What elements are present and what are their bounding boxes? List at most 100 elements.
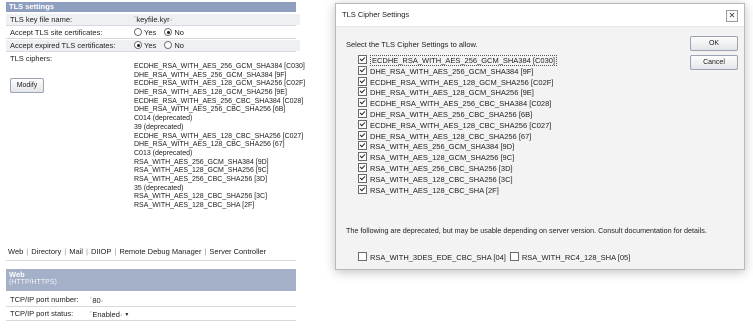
cipher-checkbox-item[interactable]: RSA_WITH_AES_128_CBC_SHA [2F]: [358, 184, 557, 196]
accept-expired-no-radio[interactable]: No: [164, 41, 184, 50]
key-file-row: TLS key file name: ⌜keyfile.kyr⌟: [6, 14, 300, 25]
tab-server-controller[interactable]: Server Controller: [207, 245, 268, 259]
checkbox-checked-icon[interactable]: [358, 108, 367, 118]
cipher-label: ECDHE_RSA_WITH_AES_256_GCM_SHA384 [C030]: [370, 55, 557, 66]
cipher-label: RSA_WITH_AES_128_CBC_SHA256 [3C]: [370, 174, 513, 184]
current-cipher-item: RSA_WITH_AES_128_CBC_SHA256 [3C]: [134, 193, 268, 201]
checkbox-icon[interactable]: [358, 252, 367, 261]
cipher-checkbox-item[interactable]: RSA_WITH_AES_128_CBC_SHA256 [3C]: [358, 173, 557, 185]
checkbox-checked-icon[interactable]: [358, 173, 367, 183]
web-title: Web: [9, 270, 25, 279]
cipher-label: RSA_WITH_3DES_EDE_CBC_SHA [04]: [370, 253, 506, 262]
port-number-row: TCP/IP port number: ⌜80⌟: [6, 294, 296, 306]
checkbox-checked-icon[interactable]: [358, 130, 367, 140]
cipher-checkbox-item[interactable]: RSA_WITH_AES_256_CBC_SHA256 [3D]: [358, 162, 557, 174]
cipher-label: DHE_RSA_WITH_AES_128_GCM_SHA256 [9E]: [370, 88, 534, 98]
accept-expired-yes-radio[interactable]: Yes: [134, 41, 156, 50]
tab-directory[interactable]: Directory: [29, 245, 63, 259]
cipher-label: ECDHE_RSA_WITH_AES_128_CBC_SHA256 [C027]: [370, 120, 552, 130]
cipher-label: RSA_WITH_RC4_128_SHA [05]: [521, 253, 631, 262]
cipher-checkbox-item[interactable]: DHE_RSA_WITH_AES_128_CBC_SHA256 [67]: [358, 130, 557, 142]
ok-button[interactable]: OK: [690, 36, 738, 51]
accept-site-label: Accept TLS site certificates:: [10, 28, 103, 37]
divider: [6, 260, 296, 261]
radio-icon: [134, 28, 142, 36]
accept-site-no-radio[interactable]: No: [164, 28, 184, 37]
modify-button[interactable]: Modify: [10, 78, 44, 93]
accept-expired-label: Accept expired TLS certificates:: [10, 41, 116, 50]
current-cipher-item: DHE_RSA_WITH_AES_128_CBC_SHA256 [67]: [134, 141, 285, 149]
cipher-checkbox-item[interactable]: RSA_WITH_RC4_128_SHA [05]: [509, 252, 631, 263]
key-file-field[interactable]: ⌜keyfile.kyr⌟: [134, 14, 172, 25]
cipher-checkbox-item[interactable]: RSA_WITH_AES_128_GCM_SHA256 [9C]: [358, 152, 557, 163]
accept-site-no-label: No: [174, 28, 184, 37]
key-file-label: TLS key file name:: [10, 15, 73, 24]
checkbox-checked-icon[interactable]: [358, 55, 367, 64]
accept-expired-row: Accept expired TLS certificates: Yes No: [6, 40, 300, 51]
checkbox-checked-icon[interactable]: [358, 98, 367, 108]
cipher-label: DHE_RSA_WITH_AES_256_GCM_SHA384 [9F]: [370, 66, 534, 76]
tab-remote-debug-manager[interactable]: Remote Debug Manager: [117, 245, 203, 259]
current-cipher-item: RSA_WITH_AES_256_CBC_SHA256 [3D]: [134, 175, 268, 183]
cipher-checkbox-item[interactable]: DHE_RSA_WITH_AES_256_GCM_SHA384 [9F]: [358, 65, 557, 77]
accept-site-yes-label: Yes: [144, 28, 157, 37]
checkbox-checked-icon[interactable]: [358, 87, 367, 97]
cipher-checkbox-item[interactable]: RSA_WITH_AES_256_GCM_SHA384 [9D]: [358, 141, 557, 152]
checkbox-icon[interactable]: [509, 252, 519, 261]
dropdown-arrow-icon: ▼: [124, 312, 130, 318]
accept-expired-no-label: No: [174, 41, 184, 50]
tab-mail[interactable]: Mail: [67, 245, 85, 259]
tab-diiop[interactable]: DIIOP: [89, 245, 113, 259]
server-tabs: Web | Directory | Mail | DIIOP | Remote Debug Ma…: [6, 245, 268, 259]
cipher-label: RSA_WITH_AES_128_CBC_SHA [2F]: [370, 185, 499, 195]
cipher-checkbox-item[interactable]: RSA_WITH_3DES_EDE_CBC_SHA [04]: [358, 252, 506, 263]
field-close-mark-icon: ⌟: [100, 297, 104, 303]
cipher-label: RSA_WITH_AES_256_CBC_SHA256 [3D]: [370, 163, 513, 173]
cipher-checkbox-item[interactable]: DHE_RSA_WITH_AES_256_CBC_SHA256 [6B]: [358, 108, 557, 120]
dialog-title: TLS Cipher Settings: [342, 10, 410, 19]
web-subtitle: (HTTP/HTTPS): [9, 279, 57, 286]
checkbox-checked-icon[interactable]: [358, 76, 367, 86]
current-cipher-item: DHE_RSA_WITH_AES_128_GCM_SHA256 [9E]: [134, 89, 287, 97]
current-ciphers-list: ECDHE_RSA_WITH_AES_256_GCM_SHA384 [C030]…: [134, 63, 305, 211]
cipher-checkbox-item[interactable]: ECDHE_RSA_WITH_AES_256_GCM_SHA384 [C030]: [358, 55, 557, 66]
cancel-button[interactable]: Cancel: [690, 55, 738, 70]
port-status-value: Enabled: [92, 310, 120, 319]
current-cipher-item: RSA_WITH_AES_128_GCM_SHA256 [9C]: [134, 167, 269, 175]
radio-icon: [164, 41, 173, 49]
accept-site-yes-radio[interactable]: Yes: [134, 28, 156, 37]
port-status-row: TCP/IP port status: ⌜Enabled⌟ ▼: [6, 308, 296, 320]
cipher-label: DHE_RSA_WITH_AES_128_CBC_SHA256 [67]: [370, 131, 532, 141]
checkbox-checked-icon[interactable]: [358, 65, 367, 75]
close-icon[interactable]: ✕: [726, 10, 738, 22]
divider: [6, 51, 296, 52]
key-file-value: keyfile.kyr: [136, 15, 170, 24]
cipher-checkbox-item[interactable]: ECDHE_RSA_WITH_AES_128_CBC_SHA256 [C027]: [358, 119, 557, 131]
cipher-label: RSA_WITH_AES_256_GCM_SHA384 [9D]: [370, 142, 515, 152]
cipher-checkbox-item[interactable]: DHE_RSA_WITH_AES_128_GCM_SHA256 [9E]: [358, 87, 557, 98]
field-close-mark-icon: ⌟: [119, 311, 123, 317]
radio-selected-icon: [164, 28, 173, 36]
checkbox-checked-icon[interactable]: [358, 184, 367, 194]
checkbox-checked-icon[interactable]: [358, 152, 367, 162]
cipher-checkbox-item[interactable]: ECDHE_RSA_WITH_AES_256_CBC_SHA384 [C028]: [358, 98, 557, 109]
port-number-value: 80: [92, 296, 101, 305]
dialog-instruction: Select the TLS Cipher Settings to allow.: [346, 40, 478, 49]
cipher-label: ECDHE_RSA_WITH_AES_128_GCM_SHA256 [C02F]: [370, 77, 554, 87]
checkbox-checked-icon[interactable]: [358, 162, 367, 172]
current-cipher-item: DHE_RSA_WITH_AES_256_CBC_SHA256 [6B]: [134, 106, 286, 114]
accept-expired-yes-label: Yes: [144, 41, 157, 50]
tab-web[interactable]: Web: [6, 245, 25, 259]
checkbox-checked-icon[interactable]: [358, 119, 367, 129]
current-cipher-item: DHE_RSA_WITH_AES_256_GCM_SHA384 [9F]: [134, 71, 287, 79]
radio-selected-icon: [134, 41, 142, 49]
ciphers-label: TLS ciphers:: [10, 54, 53, 63]
cipher-label: ECDHE_RSA_WITH_AES_256_CBC_SHA384 [C028]: [370, 99, 552, 109]
cipher-checkbox-item[interactable]: ECDHE_RSA_WITH_AES_128_GCM_SHA256 [C02F]: [358, 76, 557, 88]
web-section-header: Web (HTTP/HTTPS): [6, 269, 296, 291]
current-cipher-item: C014 (deprecated): [134, 115, 193, 123]
cipher-label: DHE_RSA_WITH_AES_256_CBC_SHA256 [6B]: [370, 109, 533, 119]
current-cipher-item: RSA_WITH_AES_128_CBC_SHA [2F]: [134, 202, 255, 209]
cipher-label: RSA_WITH_AES_128_GCM_SHA256 [9C]: [370, 153, 515, 163]
checkbox-checked-icon[interactable]: [358, 141, 367, 151]
